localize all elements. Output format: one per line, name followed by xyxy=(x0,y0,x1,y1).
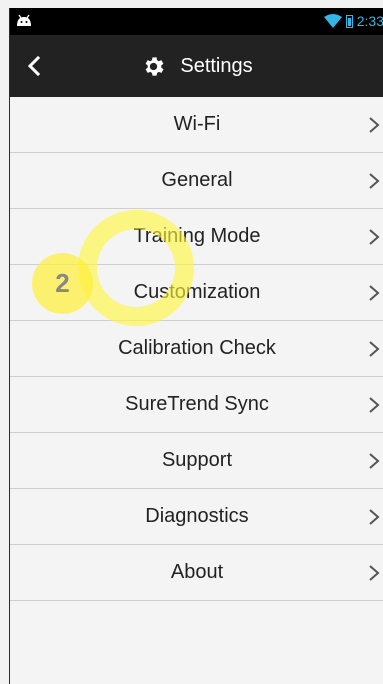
android-icon xyxy=(17,14,31,26)
menu-item-label: Support xyxy=(161,449,233,471)
menu-item-label: General xyxy=(161,169,233,191)
chevron-right-icon xyxy=(369,341,380,357)
menu-item-label: Calibration Check xyxy=(118,337,276,359)
gear-icon xyxy=(145,56,164,76)
app-bar: Settings xyxy=(10,35,383,97)
menu-item-label: About xyxy=(170,561,224,583)
step-number: 2 xyxy=(55,268,70,298)
title-group: Settings xyxy=(10,35,383,97)
step-number-badge: 2 xyxy=(32,253,93,314)
settings-list: Wi-Fi General Training Mode Customizatio… xyxy=(10,97,383,601)
status-time: 2:33 xyxy=(356,13,383,29)
chevron-right-icon xyxy=(369,565,380,581)
chevron-right-icon xyxy=(369,285,380,301)
chevron-right-icon xyxy=(369,509,380,525)
chevron-right-icon xyxy=(369,397,380,413)
menu-item-about[interactable]: About xyxy=(10,545,383,601)
status-bar: 2:33 xyxy=(10,8,383,35)
chevron-right-icon xyxy=(369,117,380,133)
menu-item-diagnostics[interactable]: Diagnostics xyxy=(10,489,383,545)
menu-item-general[interactable]: General xyxy=(10,153,383,209)
chevron-right-icon xyxy=(369,229,380,245)
menu-item-wifi[interactable]: Wi-Fi xyxy=(10,97,383,153)
status-icons: 2:33 xyxy=(323,13,383,29)
menu-item-label: Training Mode xyxy=(133,225,261,247)
chevron-right-icon xyxy=(369,173,380,189)
phone-screen: 2:33 Settings Wi-Fi General Training Mod… xyxy=(9,8,383,684)
menu-item-label: SureTrend Sync xyxy=(125,393,269,415)
menu-item-label: Customization xyxy=(133,281,261,303)
wifi-icon xyxy=(323,14,342,28)
menu-item-suretrend-sync[interactable]: SureTrend Sync xyxy=(10,377,383,433)
menu-item-label: Wi-Fi xyxy=(173,113,221,135)
menu-item-calibration-check[interactable]: Calibration Check xyxy=(10,321,383,377)
menu-item-support[interactable]: Support xyxy=(10,433,383,489)
page-title: Settings xyxy=(180,54,253,77)
chevron-right-icon xyxy=(369,453,380,469)
menu-item-label: Diagnostics xyxy=(145,505,249,527)
battery-icon xyxy=(345,14,353,28)
